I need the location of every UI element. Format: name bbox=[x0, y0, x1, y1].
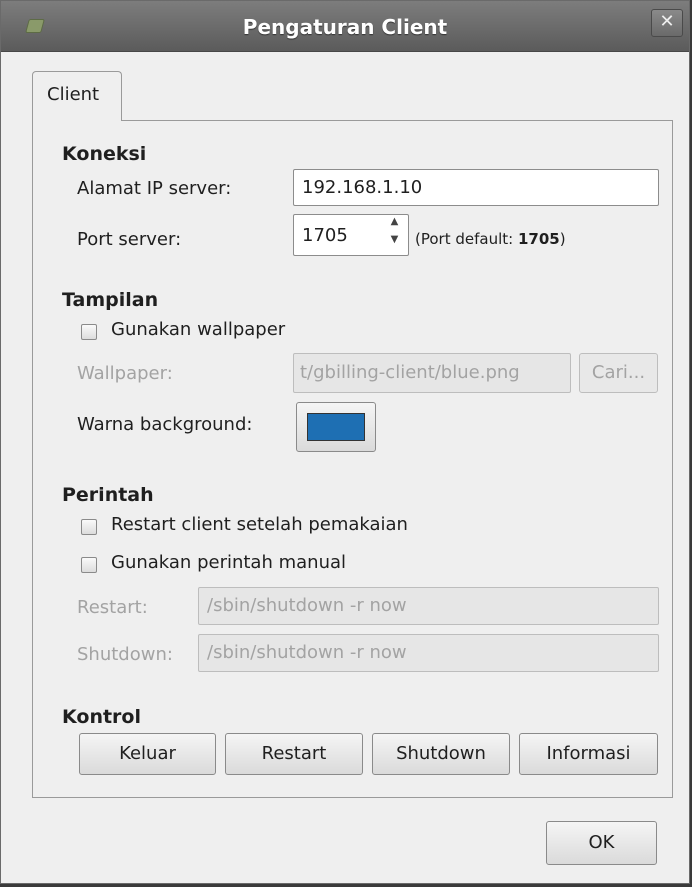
browse-button[interactable]: Cari... bbox=[579, 353, 658, 393]
tab-client[interactable]: Client bbox=[32, 71, 122, 121]
section-perintah: Perintah bbox=[62, 484, 154, 506]
section-kontrol: Kontrol bbox=[62, 706, 141, 728]
manual-cmd-checkbox[interactable] bbox=[81, 557, 97, 573]
restart-cmd-input[interactable]: /sbin/shutdown -r now bbox=[198, 587, 659, 625]
use-wallpaper-checkbox[interactable] bbox=[81, 324, 97, 340]
wallpaper-label: Wallpaper: bbox=[77, 363, 173, 384]
title-bar[interactable]: Pengaturan Client ✕ bbox=[1, 1, 689, 52]
port-hint-prefix: (Port default: bbox=[415, 230, 518, 248]
port-default-hint: (Port default: 1705) bbox=[415, 230, 566, 248]
restart-cmd-label: Restart: bbox=[77, 597, 148, 618]
bg-color-button[interactable] bbox=[296, 402, 376, 452]
wallpaper-path-input[interactable]: t/gbilling-client/blue.png bbox=[293, 353, 571, 393]
ok-button[interactable]: OK bbox=[546, 821, 657, 865]
ip-input[interactable]: 192.168.1.10 bbox=[293, 169, 659, 206]
port-spin-buttons[interactable]: ▲ ▼ bbox=[381, 213, 408, 253]
shutdown-button[interactable]: Shutdown bbox=[372, 733, 510, 775]
restart-button[interactable]: Restart bbox=[225, 733, 363, 775]
restart-after-checkbox[interactable] bbox=[81, 519, 97, 535]
use-wallpaper-label: Gunakan wallpaper bbox=[111, 319, 286, 340]
bg-color-label: Warna background: bbox=[77, 414, 253, 435]
color-swatch bbox=[307, 413, 365, 441]
informasi-button[interactable]: Informasi bbox=[519, 733, 658, 775]
keluar-button[interactable]: Keluar bbox=[79, 733, 216, 775]
shutdown-cmd-label: Shutdown: bbox=[77, 644, 173, 665]
section-tampilan: Tampilan bbox=[62, 289, 159, 311]
port-hint-value: 1705 bbox=[517, 230, 560, 248]
spin-up-icon[interactable]: ▲ bbox=[381, 213, 408, 231]
port-hint-suffix: ) bbox=[559, 230, 566, 248]
manual-cmd-label: Gunakan perintah manual bbox=[111, 552, 347, 573]
section-koneksi: Koneksi bbox=[62, 143, 147, 165]
dialog-window: Pengaturan Client ✕ Client Koneksi Alama… bbox=[0, 0, 690, 884]
close-button[interactable]: ✕ bbox=[651, 9, 683, 37]
tab-label: Client bbox=[47, 84, 100, 105]
shutdown-cmd-input[interactable]: /sbin/shutdown -r now bbox=[198, 634, 659, 672]
restart-after-label: Restart client setelah pemakaian bbox=[111, 514, 408, 535]
spin-down-icon[interactable]: ▼ bbox=[381, 231, 408, 249]
window-title: Pengaturan Client bbox=[242, 15, 448, 39]
port-label: Port server: bbox=[77, 229, 182, 250]
ip-label: Alamat IP server: bbox=[77, 178, 232, 199]
